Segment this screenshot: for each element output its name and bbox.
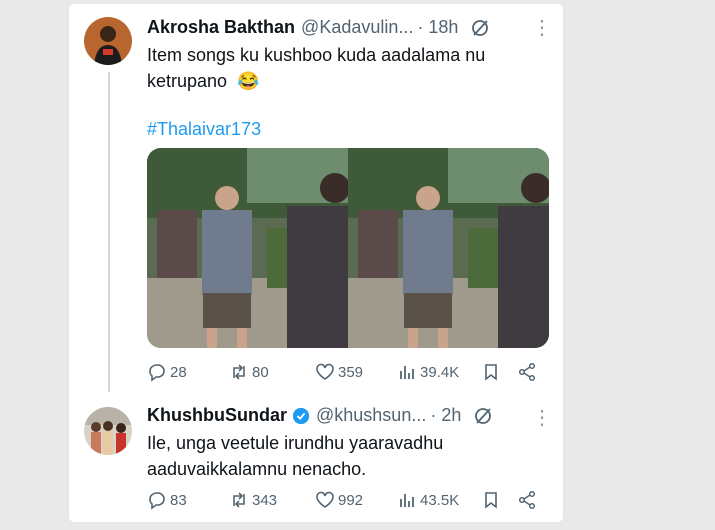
repost-count: 343 (252, 491, 278, 509)
laughing-emoji: 😂 (237, 71, 260, 91)
verified-badge-icon (292, 407, 310, 424)
reply-count: 28 (170, 363, 187, 381)
reply-count: 83 (170, 491, 187, 509)
views-count: 39.4K (420, 363, 460, 381)
media-frame-left (147, 148, 348, 348)
reply-button[interactable]: 28 (147, 362, 229, 382)
tweet-header: Akrosha Bakthan @Kadavulin... · 18h (147, 17, 490, 38)
more-icon[interactable]: ⋮ (532, 408, 552, 428)
hashtag-link[interactable]: #Thalaivar173 (147, 119, 261, 140)
bookmark-button[interactable] (481, 490, 517, 510)
display-name[interactable]: KhushbuSundar (147, 405, 287, 426)
tweet-text: Item songs ku kushboo kuda aadalama nu k… (147, 42, 547, 94)
tweet-text: Ile, unga veetule irundhu yaaravadhu aad… (147, 430, 547, 482)
views-button[interactable]: 39.4K (397, 362, 481, 382)
bookmark-icon (485, 364, 497, 381)
views-count: 43.5K (420, 491, 460, 509)
grok-icon[interactable] (473, 406, 493, 426)
share-button[interactable] (517, 490, 537, 510)
bookmark-button[interactable] (481, 362, 517, 382)
share-icon (518, 362, 536, 382)
tweet-header: KhushbuSundar @khushsun... · 2h (147, 405, 493, 426)
media-frame-right (348, 148, 549, 348)
repost-icon (233, 492, 245, 508)
share-button[interactable] (517, 362, 537, 382)
thread-card: Akrosha Bakthan @Kadavulin... · 18h ⋮ It… (68, 3, 564, 523)
views-button[interactable]: 43.5K (397, 490, 481, 510)
reply-button[interactable]: 83 (147, 490, 229, 510)
repost-count: 80 (252, 363, 269, 381)
tweet-text-line: Item songs ku kushboo kuda aadalama nu (147, 45, 486, 65)
repost-button[interactable]: 343 (229, 490, 315, 510)
like-icon (316, 363, 334, 380)
timestamp[interactable]: · 2h (430, 405, 461, 426)
timestamp[interactable]: · 18h (417, 17, 458, 38)
tweet-media-video[interactable] (147, 148, 549, 348)
like-icon (316, 491, 334, 508)
tweet-actions: 83 343 992 43.5K (147, 490, 537, 510)
repost-button[interactable]: 80 (229, 362, 315, 382)
views-icon (400, 494, 414, 507)
like-button[interactable]: 359 (315, 362, 397, 382)
user-handle[interactable]: @khushsun... (316, 405, 426, 426)
share-icon (518, 490, 536, 510)
grok-icon[interactable] (470, 18, 490, 38)
user-handle[interactable]: @Kadavulin... (301, 17, 413, 38)
reply-icon (149, 364, 165, 382)
display-name[interactable]: Akrosha Bakthan (147, 17, 295, 38)
tweet-actions: 28 80 359 39.4K (147, 362, 537, 382)
like-count: 359 (338, 363, 364, 381)
tweet-text-line: Ile, unga veetule irundhu yaaravadhu (147, 433, 444, 453)
tweet-text-line: ketrupano 😂 (147, 71, 260, 91)
tweet-text-line: aaduvaikkalamnu nenacho. (147, 459, 367, 479)
like-count: 992 (338, 491, 364, 509)
more-icon[interactable]: ⋮ (532, 18, 552, 38)
avatar[interactable] (84, 17, 132, 65)
repost-icon (233, 364, 245, 380)
thread-connector-line (108, 72, 110, 392)
bookmark-icon (485, 492, 497, 509)
reply-icon (149, 492, 165, 510)
views-icon (400, 366, 414, 379)
avatar[interactable] (84, 407, 132, 455)
like-button[interactable]: 992 (315, 490, 397, 510)
